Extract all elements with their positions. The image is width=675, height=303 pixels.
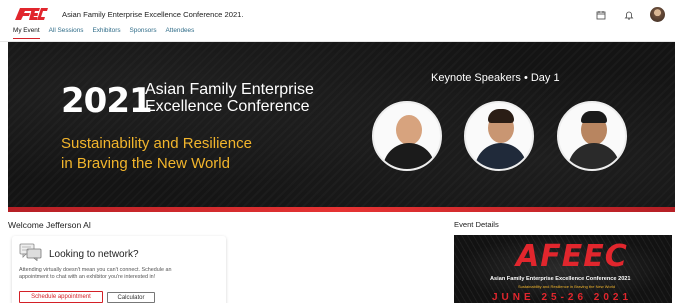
network-card-text-line1: Attending virtually doesn't mean you can… <box>19 267 172 273</box>
afeec-logo[interactable] <box>13 7 49 21</box>
speaker-photo-1 <box>372 101 442 171</box>
calculator-button[interactable]: Calculator <box>107 292 155 303</box>
schedule-appointment-button[interactable]: Schedule appointment <box>19 291 103 303</box>
banner-conference-name-line2: Excellence Conference <box>145 98 310 115</box>
keynote-heading: Keynote Speakers • Day 1 <box>431 72 560 84</box>
network-card: Looking to network? Attending virtually … <box>12 236 226 303</box>
event-details-heading: Event Details <box>454 220 499 229</box>
tab-exhibitors[interactable]: Exhibitors <box>92 27 120 39</box>
user-avatar[interactable] <box>650 7 665 22</box>
banner-conference-name-line1: Asian Family Enterprise <box>145 81 314 98</box>
speaker-photo-2 <box>464 101 534 171</box>
top-header: Asian Family Enterprise Excellence Confe… <box>0 0 675 42</box>
calendar-icon[interactable] <box>594 8 608 22</box>
welcome-heading: Welcome Jefferson Al <box>8 220 91 230</box>
event-image-name: Asian Family Enterprise Excellence Confe… <box>490 276 631 282</box>
network-card-text-line2: appointment to chat with an exhibitor yo… <box>19 274 156 280</box>
header-icons <box>594 7 665 22</box>
banner-year: 2021 <box>61 81 153 121</box>
banner-red-stripe <box>8 207 675 212</box>
tab-all-sessions[interactable]: All Sessions <box>49 27 84 39</box>
speaker-photo-3 <box>557 101 627 171</box>
tab-attendees[interactable]: Attendees <box>166 27 195 39</box>
hero-banner: 2021 Asian Family Enterprise Excellence … <box>8 42 675 211</box>
tab-my-event[interactable]: My Event <box>13 27 40 39</box>
event-details-image[interactable]: AFEEC Asian Family Enterprise Excellence… <box>454 235 672 303</box>
app-title: Asian Family Enterprise Excellence Confe… <box>62 10 244 19</box>
tab-sponsors[interactable]: Sponsors <box>130 27 157 39</box>
event-image-tagline: Sustainability and Resilience in Braving… <box>518 284 616 289</box>
event-image-date: JUNE 25-26 2021 <box>492 292 633 303</box>
chat-bubbles-icon <box>19 243 42 261</box>
bell-icon[interactable] <box>622 8 636 22</box>
network-card-title: Looking to network? <box>49 249 139 260</box>
banner-tagline-line2: in Braving the New World <box>61 155 230 172</box>
event-logo: AFEEC <box>516 239 628 274</box>
main-nav: My Event All Sessions Exhibitors Sponsor… <box>13 27 194 39</box>
banner-tagline-line1: Sustainability and Resilience <box>61 135 252 152</box>
